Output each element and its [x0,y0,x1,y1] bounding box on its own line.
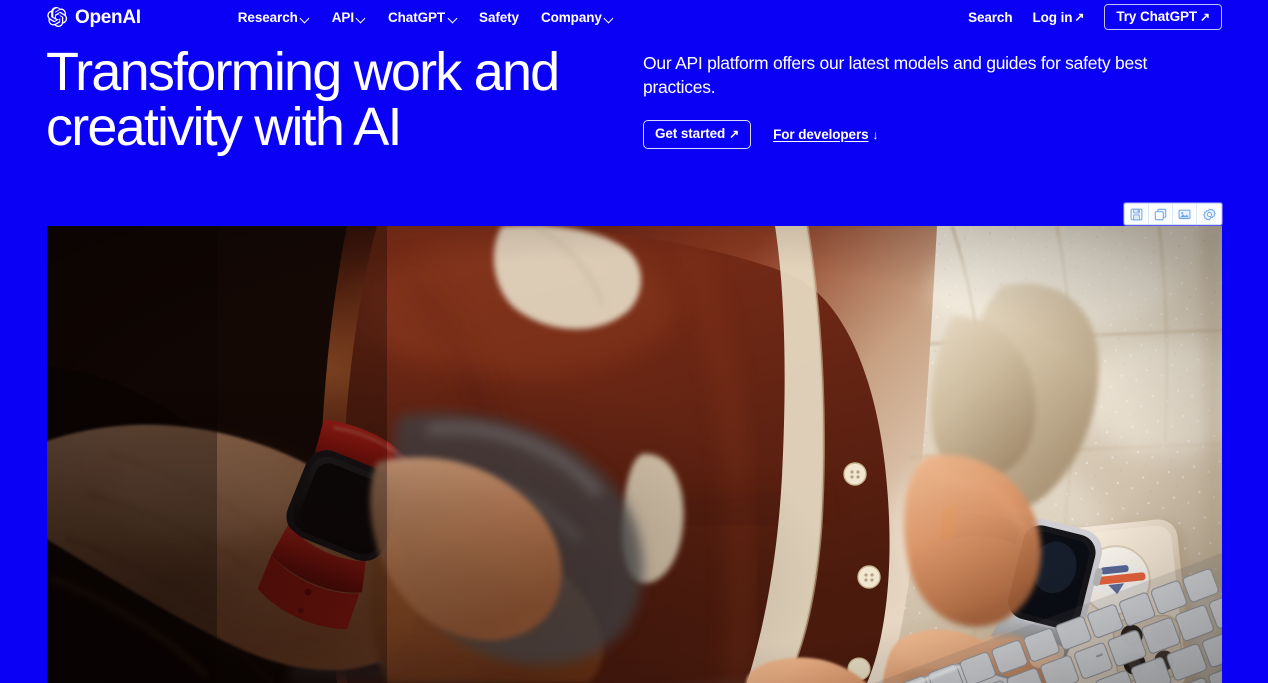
nav-item-chatgpt[interactable]: ChatGPT [388,10,457,25]
for-developers-link[interactable]: For developers ↓ [773,127,878,142]
duplicate-icon[interactable] [1149,204,1173,224]
hero-subtitle: Our API platform offers our latest model… [643,53,1148,98]
login-link[interactable]: Log in ↗ [1033,10,1085,25]
top-navigation-bar: OpenAI Research API ChatGPT Safety Compa… [0,0,1268,34]
arrow-down-icon: ↓ [872,127,879,142]
login-label: Log in [1032,9,1073,25]
page-title: Transforming work and creativity with AI [46,42,646,158]
page-title-line-2: creativity with AI [46,97,403,158]
get-started-label: Get started [655,126,726,142]
hero-photo-canvas [47,226,1222,683]
search-button[interactable]: Search [968,9,1013,25]
for-developers-label: For developers [773,127,869,143]
chevron-down-icon [301,14,310,23]
image-icon[interactable] [1173,204,1197,224]
hero-section: Transforming work and creativity with AI… [0,34,1268,226]
nav-item-research-label: Research [237,9,298,25]
nav-item-company-label: Company [540,9,602,25]
page-left-gutter [0,226,47,683]
nav-item-company[interactable]: Company [541,10,614,25]
get-started-button[interactable]: Get started ↗ [643,120,752,149]
try-chatgpt-button[interactable]: Try ChatGPT ↗ [1104,3,1222,31]
nav-item-research[interactable]: Research [238,10,310,25]
arrow-up-right-icon: ↗ [1200,9,1210,24]
try-chatgpt-label: Try ChatGPT [1116,8,1198,24]
hero-copy-column: Our API platform offers our latest model… [643,51,1223,149]
nav-item-chatgpt-label: ChatGPT [387,9,446,25]
page-right-gutter [1222,226,1268,683]
nav-item-api-label: API [331,9,354,25]
nav-item-safety-label: Safety [479,9,519,25]
primary-nav-links: Research API ChatGPT Safety Company [238,10,614,25]
nav-actions: Search Log in ↗ Try ChatGPT ↗ [968,3,1222,31]
search-label: Search [968,9,1013,25]
arrow-up-right-icon: ↗ [1074,10,1085,24]
nav-item-api[interactable]: API [332,10,366,25]
settings-icon[interactable] [1197,204,1221,224]
brand-logo-link[interactable]: OpenAI [46,6,141,28]
openai-blossom-icon [46,6,68,28]
floating-image-toolbar [1124,203,1222,225]
arrow-up-right-icon: ↗ [729,127,740,142]
brand-name: OpenAI [75,6,141,28]
nav-item-safety[interactable]: Safety [479,10,519,25]
chevron-down-icon [448,14,457,23]
save-icon[interactable] [1125,204,1149,224]
hero-image [47,226,1222,683]
page-title-line-1: Transforming work and [46,42,560,102]
chevron-down-icon [605,14,614,23]
chevron-down-icon [357,14,366,23]
hero-cta-group: Get started ↗ For developers ↓ [643,120,1223,149]
